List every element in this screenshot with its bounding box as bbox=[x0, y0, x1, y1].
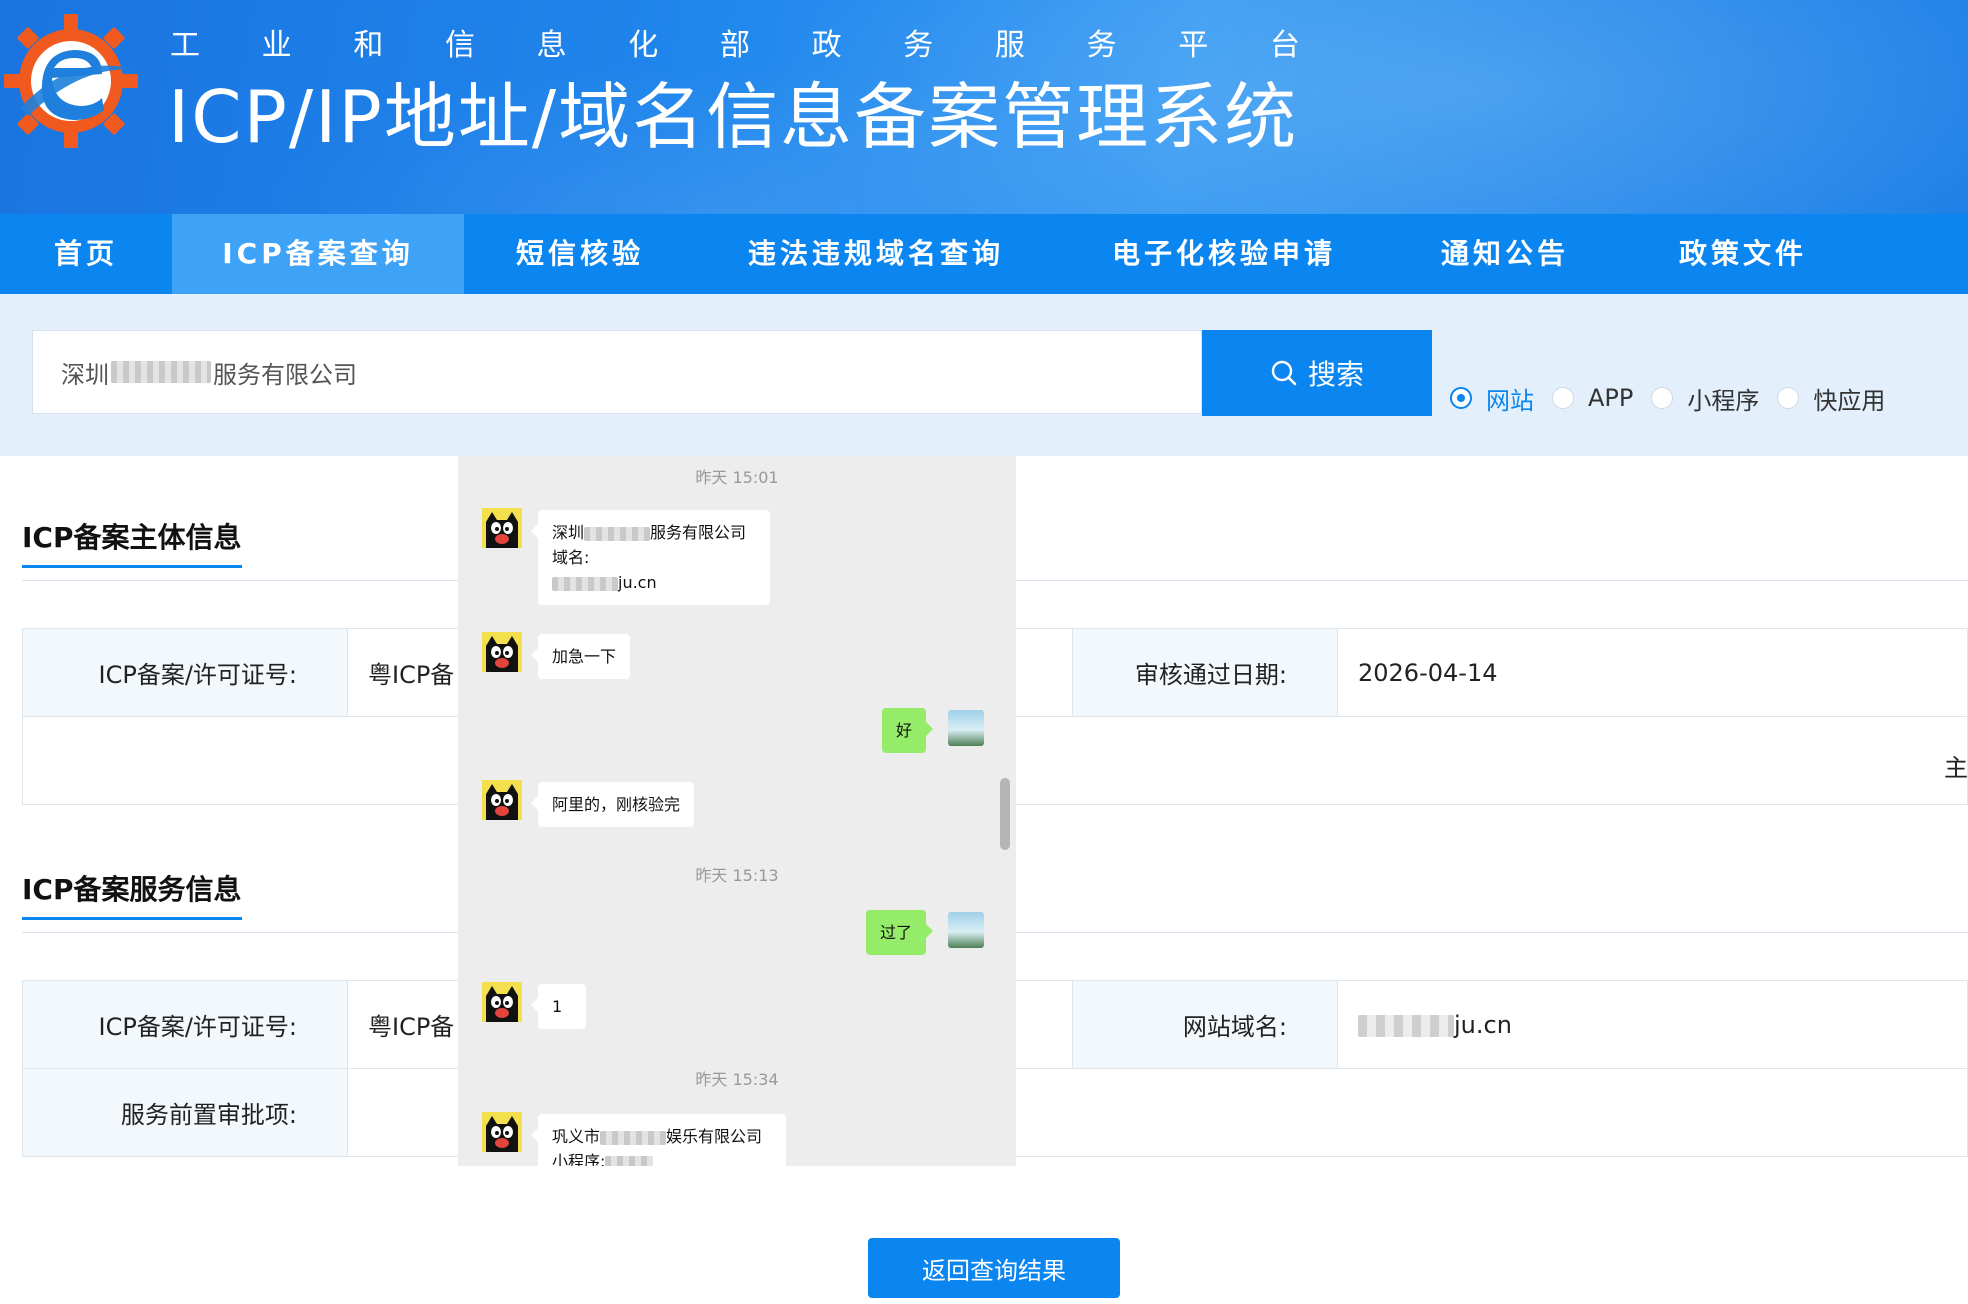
search-value-suffix: 服务有限公司 bbox=[213, 360, 357, 389]
cat-avatar-icon[interactable] bbox=[482, 632, 522, 672]
subtitle-char: 台 bbox=[1269, 28, 1300, 63]
nav-home[interactable]: 首页 bbox=[0, 214, 172, 294]
service-section-title: ICP备案服务信息 bbox=[22, 873, 242, 906]
section-underline bbox=[22, 565, 242, 568]
radio-website[interactable]: 网站 bbox=[1450, 381, 1534, 416]
chat-timestamp: 昨天 15:13 bbox=[695, 866, 779, 885]
chat-message: 加急一下 bbox=[530, 634, 631, 679]
message-text: ju.cn bbox=[618, 573, 657, 592]
redacted-text bbox=[552, 576, 618, 591]
approve-date-value: 2026-04-14 bbox=[1337, 628, 1968, 717]
search-button[interactable]: 搜索 bbox=[1202, 330, 1432, 416]
cat-avatar-icon[interactable] bbox=[482, 1112, 522, 1152]
section-underline bbox=[22, 917, 242, 920]
main-nav: 首页 ICP备案查询 短信核验 违法违规域名查询 电子化核验申请 通知公告 政策… bbox=[0, 214, 1968, 294]
redacted-text bbox=[600, 1130, 667, 1145]
subtitle-char: 服 bbox=[994, 28, 1025, 63]
chat-message: 巩义市 娱乐有限公司 小程序: bbox=[531, 1114, 786, 1166]
domain-value: ju.cn bbox=[1337, 980, 1968, 1069]
search-value-prefix: 深圳 bbox=[61, 360, 109, 389]
subtitle-char: 务 bbox=[1086, 28, 1117, 63]
redacted-text bbox=[584, 526, 651, 541]
radio-label: 快应用 bbox=[1813, 386, 1886, 415]
miit-logo-icon[interactable] bbox=[2, 12, 140, 150]
radio-label: 小程序 bbox=[1687, 386, 1760, 415]
search-input[interactable]: 深圳 服务有限公司 bbox=[32, 330, 1202, 414]
site-header: 工 业 和 信 息 化 部 政 务 服 务 平 台 ICP/IP地址/域名信息备… bbox=[0, 0, 1968, 214]
radio-app[interactable]: APP bbox=[1552, 384, 1633, 412]
radio-circle bbox=[1552, 387, 1574, 409]
truncated-text: 主 bbox=[1944, 754, 1968, 782]
header-subtitle: 工 业 和 信 息 化 部 政 务 服 务 平 台 bbox=[170, 24, 1300, 68]
subtitle-char: 业 bbox=[261, 28, 292, 63]
message-text: 娱乐有限公司 bbox=[666, 1127, 763, 1146]
subtitle-char: 化 bbox=[628, 28, 659, 63]
radio-circle bbox=[1651, 387, 1674, 409]
nav-policy-files[interactable]: 政策文件 bbox=[1618, 214, 1868, 294]
system-title: ICP/IP地址/域名信息备案管理系统 bbox=[168, 75, 1299, 159]
chat-overlay[interactable]: 昨天 15:01 深圳 服务有限公司 域名: ju.cn 加急一下 好 阿里的，刚… bbox=[458, 456, 1016, 1166]
license-label: ICP备案/许可证号: bbox=[22, 628, 348, 717]
subtitle-char: 信 bbox=[444, 28, 475, 63]
cat-avatar-icon[interactable] bbox=[482, 508, 522, 548]
subtitle-char: 平 bbox=[1178, 28, 1209, 63]
radio-quick-app[interactable]: 快应用 bbox=[1777, 381, 1885, 416]
nav-electronic-verify[interactable]: 电子化核验申请 bbox=[1056, 214, 1392, 294]
subtitle-char: 和 bbox=[353, 28, 384, 63]
search-button-label: 搜索 bbox=[1307, 358, 1364, 391]
message-text: 服务有限公司 bbox=[650, 523, 747, 542]
search-icon bbox=[1271, 360, 1297, 386]
approve-date-label: 审核通过日期: bbox=[1072, 628, 1338, 717]
chat-timestamp: 昨天 15:01 bbox=[695, 468, 779, 487]
subtitle-char: 部 bbox=[719, 28, 750, 63]
radio-circle bbox=[1777, 387, 1800, 409]
nav-sms-verify[interactable]: 短信核验 bbox=[464, 214, 696, 294]
chat-message: 阿里的，刚核验完 bbox=[530, 782, 695, 827]
chat-timestamp: 昨天 15:34 bbox=[695, 1070, 779, 1089]
radio-label: APP bbox=[1588, 384, 1634, 412]
domain-suffix: ju.cn bbox=[1454, 1010, 1512, 1039]
subject-section-title: ICP备案主体信息 bbox=[22, 521, 242, 554]
message-text: 域名: bbox=[552, 548, 590, 567]
radio-mini-program[interactable]: 小程序 bbox=[1651, 381, 1759, 416]
nav-notices[interactable]: 通知公告 bbox=[1392, 214, 1618, 294]
preapproval-label: 服务前置审批项: bbox=[22, 1068, 348, 1157]
chat-message: 好 bbox=[882, 708, 934, 753]
domain-label: 网站域名: bbox=[1072, 980, 1338, 1069]
cat-avatar-icon[interactable] bbox=[482, 982, 522, 1022]
chat-message: 深圳 服务有限公司 域名: ju.cn bbox=[531, 510, 770, 605]
radio-label: 网站 bbox=[1486, 386, 1534, 415]
chat-message: 1 bbox=[531, 984, 586, 1029]
license-label: ICP备案/许可证号: bbox=[22, 980, 348, 1069]
nav-icp-query[interactable]: ICP备案查询 bbox=[172, 214, 464, 294]
subtitle-char: 政 bbox=[811, 28, 842, 63]
subtitle-char: 息 bbox=[536, 28, 567, 63]
subtitle-char: 工 bbox=[170, 28, 200, 63]
subtitle-char: 务 bbox=[903, 28, 934, 63]
search-area: 深圳 服务有限公司 搜索 网站 APP 小程序 快应用 bbox=[0, 294, 1968, 456]
user-avatar[interactable] bbox=[948, 710, 984, 746]
redacted-text bbox=[1358, 1014, 1454, 1037]
return-to-results-button[interactable]: 返回查询结果 bbox=[868, 1238, 1120, 1298]
user-avatar[interactable] bbox=[948, 912, 984, 948]
redacted-text bbox=[111, 361, 211, 383]
message-text: 巩义市 bbox=[552, 1127, 601, 1146]
type-radio-group: 网站 APP 小程序 快应用 bbox=[1450, 378, 1885, 418]
redacted-text bbox=[605, 1155, 654, 1166]
chat-scrollbar[interactable] bbox=[1000, 778, 1010, 850]
message-text: 深圳 bbox=[552, 523, 585, 542]
cat-avatar-icon[interactable] bbox=[482, 780, 522, 820]
radio-circle bbox=[1450, 387, 1472, 409]
message-text: 小程序: bbox=[552, 1152, 606, 1166]
nav-illegal-domain-query[interactable]: 违法违规域名查询 bbox=[696, 214, 1056, 294]
chat-message: 过了 bbox=[866, 910, 934, 955]
